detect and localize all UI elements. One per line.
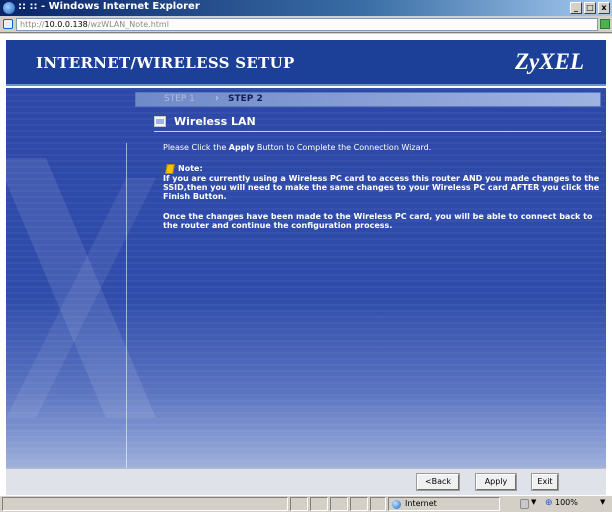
step-2-label: STEP 2 <box>228 94 263 104</box>
wizard-panel: STEP 1 › STEP 2 Wireless LAN Please Clic… <box>6 88 606 468</box>
url-field[interactable]: http://10.0.0.138/wzWLAN_Note.html <box>16 18 598 31</box>
zoom-level[interactable]: 100% <box>555 497 578 509</box>
status-pane <box>310 497 328 511</box>
divider-line <box>126 143 127 468</box>
chevron-down-icon[interactable]: ▼ <box>531 498 536 506</box>
maximize-button[interactable]: □ <box>584 2 596 14</box>
page-header: INTERNET/WIRELESS SETUP ZyXEL <box>6 40 606 86</box>
note-label: Note: <box>178 164 203 173</box>
title-bar: :: :: - Windows Internet Explorer _ □ x <box>0 0 612 16</box>
apply-button[interactable]: Apply <box>476 474 516 490</box>
folder-icon <box>154 116 166 127</box>
page-content: INTERNET/WIRELESS SETUP ZyXEL STEP 1 › S… <box>0 34 612 495</box>
note-pencil-icon <box>165 164 175 174</box>
status-pane <box>330 497 348 511</box>
url-prefix: http:// <box>20 20 45 29</box>
exit-button[interactable]: Exit <box>532 474 558 490</box>
status-pane <box>350 497 368 511</box>
url-path: /wzWLAN_Note.html <box>87 20 169 29</box>
page-title: INTERNET/WIRELESS SETUP <box>36 54 295 72</box>
status-pane <box>290 497 308 511</box>
back-button[interactable]: <Back <box>417 474 459 490</box>
instruction-apply-word: Apply <box>228 143 255 152</box>
instruction-after: Button to Complete the Connection Wizard… <box>254 143 432 152</box>
step-1-label: STEP 1 <box>164 94 195 104</box>
decorative-x-graphic <box>6 158 156 418</box>
zoom-icon[interactable]: ⊕ <box>545 498 555 508</box>
step-arrow-icon: › <box>215 93 219 104</box>
button-bar: <Back Apply Exit <box>6 468 606 495</box>
section-title: Wireless LAN <box>174 115 256 128</box>
go-icon[interactable] <box>600 19 610 29</box>
url-host: 10.0.0.138 <box>44 20 88 29</box>
status-pane <box>370 497 386 511</box>
zyxel-logo: ZyXEL <box>515 49 584 74</box>
zone-label: Internet <box>405 499 437 508</box>
section-divider <box>154 131 601 132</box>
window-title: :: :: - Windows Internet Explorer <box>18 1 200 12</box>
chevron-down-icon[interactable]: ▼ <box>600 498 605 506</box>
step-indicator: STEP 1 › STEP 2 <box>135 92 601 107</box>
instruction-text: Please Click the Apply Button to Complet… <box>163 143 603 152</box>
instruction-before: Please Click the <box>163 143 229 152</box>
browser-window: :: :: - Windows Internet Explorer _ □ x … <box>0 0 612 512</box>
page-icon <box>3 19 13 29</box>
ie-logo-icon <box>3 2 15 14</box>
protected-mode-icon[interactable] <box>520 499 529 509</box>
status-bar: Internet ▼ ⊕ 100% ▼ <box>0 495 612 512</box>
address-bar: http://10.0.0.138/wzWLAN_Note.html <box>0 16 612 33</box>
globe-icon <box>392 500 401 509</box>
note-text-2: Once the changes have been made to the W… <box>163 212 593 230</box>
status-text-pane <box>2 497 288 511</box>
close-button[interactable]: x <box>598 2 610 14</box>
note-text: If you are currently using a Wireless PC… <box>163 174 600 201</box>
minimize-button[interactable]: _ <box>570 2 582 14</box>
security-zone[interactable]: Internet <box>388 497 500 511</box>
